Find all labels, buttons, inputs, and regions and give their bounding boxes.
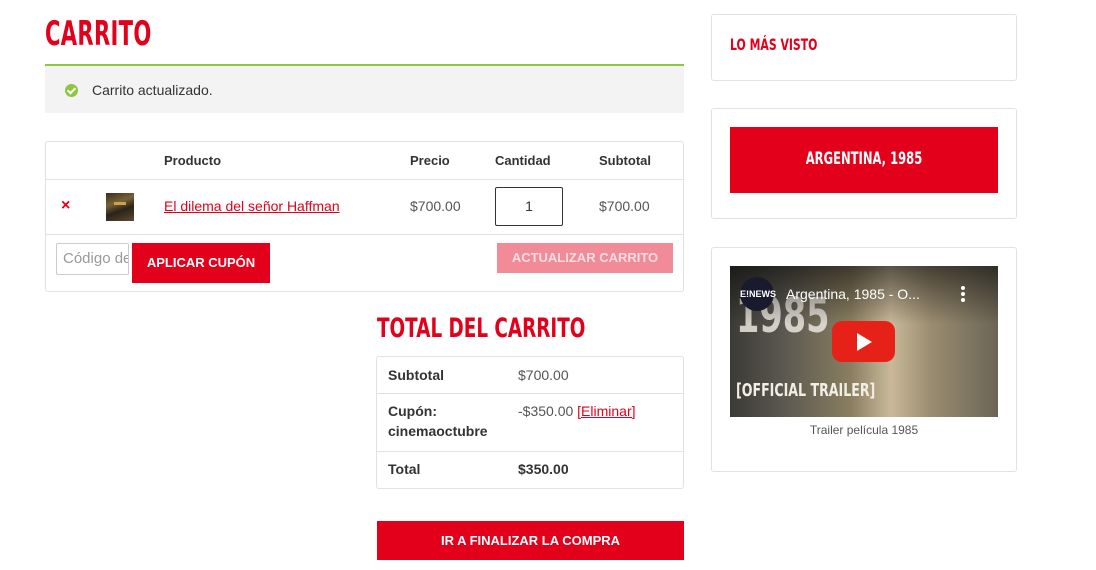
product-thumbnail[interactable] [106, 193, 134, 221]
total-label: Total [388, 461, 421, 477]
video-caption: Trailer película 1985 [809, 423, 919, 437]
cart-table: Producto Precio Cantidad Subtotal × El d… [45, 141, 684, 292]
total-value: $350.00 [518, 461, 569, 477]
cart-totals-title: TOTAL DEL CARRITO [377, 313, 586, 344]
check-circle-icon [65, 84, 78, 97]
cart-table-header: Producto Precio Cantidad Subtotal [46, 142, 683, 180]
more-options-icon[interactable] [961, 286, 965, 302]
remove-coupon-link[interactable]: [Eliminar] [577, 403, 635, 419]
most-viewed-widget: LO MÁS VISTO [711, 14, 1017, 81]
apply-coupon-button[interactable]: APLICAR CUPÓN [132, 243, 270, 283]
coupon-code-input[interactable]: Código de cupón [56, 243, 129, 275]
argentina-1985-label: ARGENTINA, 1985 [805, 149, 923, 169]
video-title[interactable]: Argentina, 1985 - O... [786, 286, 920, 302]
product-price: $700.00 [410, 198, 461, 214]
table-row: × El dilema del señor Haffman $700.00 1 … [46, 180, 683, 235]
product-name-link[interactable]: El dilema del señor Haffman [164, 198, 340, 214]
header-product: Producto [164, 153, 222, 168]
featured-widget: ARGENTINA, 1985 [711, 108, 1017, 219]
header-subtotal: Subtotal [599, 153, 651, 168]
video-widget: 1985 [OFFICIAL TRAILER] E!NEWS Argentina… [711, 247, 1017, 472]
update-cart-button[interactable]: ACTUALIZAR CARRITO [497, 243, 673, 273]
most-viewed-title: LO MÁS VISTO [730, 35, 818, 54]
youtube-video-embed[interactable]: 1985 [OFFICIAL TRAILER] E!NEWS Argentina… [730, 266, 998, 417]
play-button-icon[interactable] [832, 321, 895, 362]
argentina-1985-button[interactable]: ARGENTINA, 1985 [730, 127, 998, 193]
header-price: Precio [410, 153, 450, 168]
cart-updated-notice: Carrito actualizado. [45, 64, 684, 113]
totals-row-coupon: Cupón: cinemaoctubre -$350.00 [Eliminar] [377, 394, 683, 452]
cart-totals-table: Subtotal $700.00 Cupón: cinemaoctubre -$… [376, 356, 684, 489]
coupon-discount: -$350.00 [518, 403, 574, 419]
video-overlay-official-trailer: [OFFICIAL TRAILER] [736, 380, 876, 401]
page-title: CARRITO [45, 14, 152, 54]
remove-item-icon[interactable]: × [61, 197, 70, 215]
totals-row-subtotal: Subtotal $700.00 [377, 357, 683, 394]
coupon-value: -$350.00 [Eliminar] [518, 401, 636, 421]
checkout-button[interactable]: IR A FINALIZAR LA COMPRA [377, 521, 684, 560]
notice-message: Carrito actualizado. [92, 82, 213, 98]
subtotal-value: $700.00 [518, 367, 569, 383]
channel-avatar-icon[interactable]: E!NEWS [740, 277, 776, 311]
subtotal-label: Subtotal [388, 367, 444, 383]
coupon-label: Cupón: cinemaoctubre [388, 403, 488, 439]
quantity-input[interactable]: 1 [495, 187, 563, 226]
header-quantity: Cantidad [495, 153, 551, 168]
totals-row-total: Total $350.00 [377, 452, 683, 489]
product-subtotal: $700.00 [599, 198, 650, 214]
